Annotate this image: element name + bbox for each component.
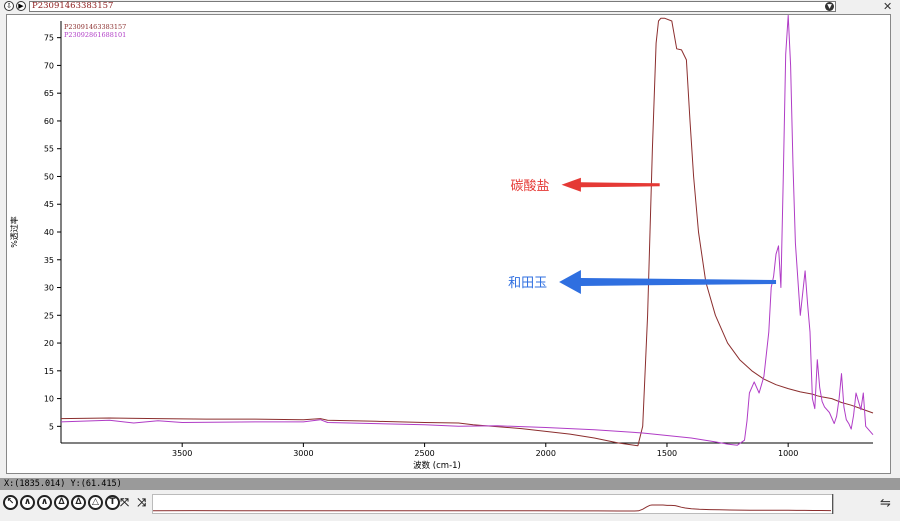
download-icon[interactable]: ⇩ — [4, 1, 14, 11]
chevron-down-icon[interactable]: ▼ — [825, 2, 834, 11]
jade-label: 和田玉 — [508, 276, 547, 291]
y-tick-label: 55 — [44, 145, 54, 154]
y-tick-label: 65 — [44, 89, 54, 98]
x-tick-label: 1500 — [657, 449, 677, 458]
y-tick-label: 15 — [44, 367, 54, 376]
y-tick-label: 10 — [44, 395, 54, 404]
pan-tool-icon[interactable]: ∆ — [54, 495, 69, 510]
overview-right-marker — [832, 494, 833, 514]
carbonate-arrow — [561, 177, 660, 192]
pointer-tool-icon[interactable]: ↖ — [3, 495, 18, 510]
close-icon[interactable]: ✕ — [883, 0, 892, 13]
play-icon[interactable]: ▶ — [16, 1, 26, 11]
annotations: 碳酸盐和田玉 — [508, 177, 777, 294]
series-layer — [60, 15, 874, 447]
y-tick-label: 30 — [44, 284, 54, 293]
y-tick-label: 50 — [44, 172, 54, 181]
label-tool-icon[interactable]: △ — [88, 495, 103, 510]
status-bar: X:(1835.014) Y:(61.415) — [0, 478, 900, 490]
series-line-1 — [60, 17, 874, 447]
y-tick-label: 35 — [44, 256, 54, 265]
y-tick-label: 20 — [44, 339, 54, 348]
overview-strip[interactable] — [152, 494, 834, 514]
x-axis-label: 波数 (cm-1) — [413, 460, 461, 471]
sample-select[interactable]: P23091463383157 ▼ — [29, 1, 836, 12]
overview-line — [152, 504, 832, 512]
zoom-tool-icon[interactable]: ∧ — [37, 495, 52, 510]
sample-select-value: P23091463383157 — [32, 1, 114, 11]
expand-icon[interactable]: ⤧ — [117, 495, 132, 510]
x-tick-label: 2500 — [414, 449, 434, 458]
x-tick-label: 2000 — [536, 449, 556, 458]
compress-icon[interactable]: ⤨ — [134, 495, 149, 510]
y-tick-label: 75 — [44, 34, 54, 43]
carbonate-label: 碳酸盐 — [511, 179, 550, 194]
legend: P23091463383157P23092861688101 — [64, 23, 126, 39]
scroll-arrows-icon[interactable]: ⇋ — [880, 496, 891, 511]
baseline-tool-icon[interactable]: ∆ — [71, 495, 86, 510]
y-tick-label: 5 — [49, 422, 54, 431]
y-axis-label: %透过率 — [9, 216, 19, 248]
y-tick-label: 45 — [44, 200, 54, 209]
x-tick-label: 3000 — [293, 449, 313, 458]
y-tick-label: 25 — [44, 311, 54, 320]
x-tick-label: 1000 — [778, 449, 798, 458]
jade-arrow — [559, 269, 777, 294]
top-toolbar: ⇩ ▶ P23091463383157 ▼ ✕ — [0, 0, 900, 13]
y-tick-label: 40 — [44, 228, 54, 237]
legend-entry-1: P23091463383157 — [64, 23, 126, 31]
spectrum-chart[interactable]: 5 10 15 20 25 30 35 40 45 50 55 60 65 70 75 3500 3000 250… — [7, 15, 890, 473]
y-tick-label: 60 — [44, 117, 54, 126]
spectrum-panel: 5 10 15 20 25 30 35 40 45 50 55 60 65 70 75 3500 3000 250… — [6, 14, 891, 474]
peak-tool-icon[interactable]: ∧ — [20, 495, 35, 510]
chart-axes: 5 10 15 20 25 30 35 40 45 50 55 60 65 70 75 3500 3000 250… — [9, 21, 873, 471]
y-tick-label: 70 — [44, 61, 54, 70]
legend-entry-2: P23092861688101 — [64, 31, 126, 39]
series-line-2 — [60, 15, 874, 446]
x-tick-label: 3500 — [172, 449, 192, 458]
overview-plot — [152, 504, 832, 512]
cursor-readout: X:(1835.014) Y:(61.415) — [4, 479, 122, 489]
